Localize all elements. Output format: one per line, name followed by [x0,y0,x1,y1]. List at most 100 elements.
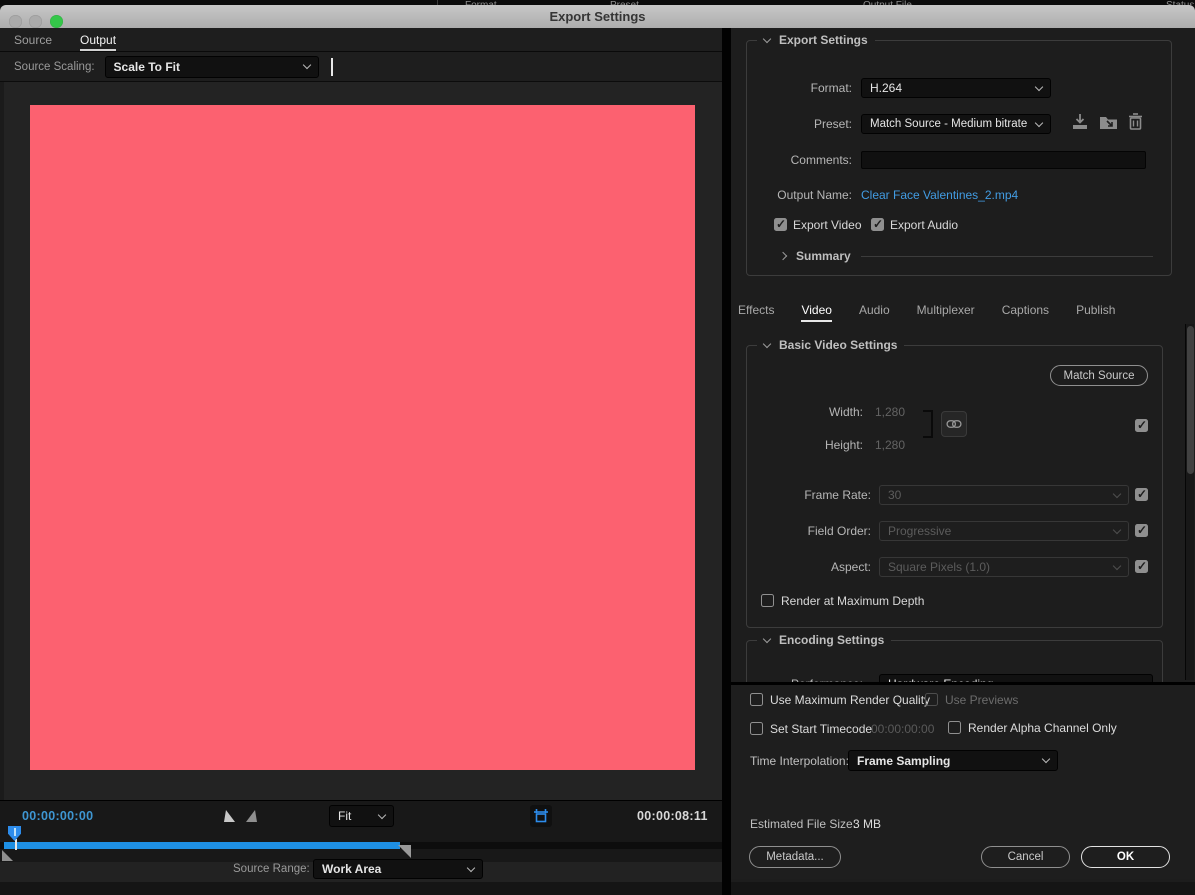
set-start-timecode-checkbox[interactable] [750,722,763,735]
summary-divider [860,255,1153,257]
work-area-start-handle[interactable] [2,850,13,861]
basic-video-settings-header[interactable]: Basic Video Settings [757,338,905,352]
export-settings-title: Export Settings [779,33,868,47]
playhead-stem [15,839,17,850]
preset-label: Preset: [813,117,852,131]
lock-aspect-button[interactable] [941,411,967,437]
tab-captions[interactable]: Captions [1002,298,1049,322]
encoding-settings-group: Encoding Settings Performance: Hardware … [746,633,1163,682]
export-settings-header[interactable]: Export Settings [757,33,875,47]
field-order-select: Progressive [879,521,1129,541]
delete-preset-icon[interactable] [1127,112,1144,131]
zoom-button[interactable] [50,15,63,28]
preset-select[interactable]: Match Source - Medium bitrate [861,114,1051,134]
work-area-bar[interactable] [4,842,400,849]
output-name-link[interactable]: Clear Face Valentines_2.mp4 [861,188,1018,202]
scrollbar-thumb[interactable] [1187,326,1194,474]
transport-bar: 00:00:00:00 Fit 00:00:08:11 [0,800,722,830]
encoding-settings-header[interactable]: Encoding Settings [757,633,892,647]
chevron-down-icon [1112,525,1122,534]
close-button[interactable] [9,15,22,28]
work-area-end-handle[interactable] [398,845,411,858]
window-titlebar: Export Settings [0,5,1195,28]
export-video-label: Export Video [793,218,862,232]
window-title: Export Settings [549,9,646,24]
export-settings-group: Export Settings Format: H.264 Preset: Ma… [746,33,1172,276]
video-frame [30,105,695,770]
set-out-point-icon[interactable] [246,810,257,822]
source-range-label: Source Range: [233,863,310,875]
tab-source[interactable]: Source [14,28,52,51]
size-auto-checkbox[interactable] [1135,418,1148,432]
set-start-timecode-label: Set Start Timecode [770,722,873,736]
set-in-point-icon[interactable] [224,810,235,822]
output-name-label: Output Name: [777,188,852,202]
playhead[interactable] [8,826,21,841]
use-max-render-quality-label: Use Maximum Render Quality [770,693,931,707]
cancel-button[interactable]: Cancel [981,846,1070,868]
chevron-down-icon [762,339,772,348]
tab-video[interactable]: Video [801,298,832,322]
summary-row[interactable]: Summary [778,249,1153,263]
source-range-select[interactable]: Work Area [313,859,483,879]
preview-tabs: Source Output [0,28,722,52]
frame-rate-checkbox[interactable] [1135,487,1148,501]
time-interpolation-select[interactable]: Frame Sampling [848,750,1058,771]
match-source-button[interactable]: Match Source [1050,365,1148,386]
comments-label: Comments: [790,153,852,167]
tab-audio[interactable]: Audio [859,298,890,322]
tab-effects[interactable]: Effects [738,298,774,322]
frame-rate-label: Frame Rate: [804,488,871,502]
save-preset-icon[interactable] [1071,113,1089,131]
export-settings-dialog: Format Preset Output File Status Export … [0,0,1195,895]
use-previews-checkbox [925,693,938,706]
chain-link-icon [946,420,962,428]
source-scaling-label: Source Scaling: [14,60,95,73]
timeline [0,826,722,862]
format-label: Format: [810,81,852,95]
tab-multiplexer[interactable]: Multiplexer [917,298,975,322]
source-scaling-select[interactable]: Scale To Fit [104,55,319,78]
height-label: Height: [824,438,863,452]
estimated-file-size-value: 3 MB [853,817,882,831]
field-order-checkbox[interactable] [1135,523,1148,537]
chevron-down-icon [1034,118,1044,127]
import-preset-icon[interactable] [1099,113,1118,131]
tab-output[interactable]: Output [80,28,117,51]
format-select[interactable]: H.264 [861,78,1051,98]
export-video-checkbox[interactable] [774,217,787,231]
comments-input[interactable] [861,151,1146,169]
video-settings-scrollarea: Basic Video Settings Match Source Width:… [731,322,1195,682]
toolbar-separator [330,57,333,76]
current-timecode[interactable]: 00:00:00:00 [22,809,93,823]
width-label: Width: [828,405,863,419]
ok-button[interactable]: OK [1081,846,1170,868]
panel-divider[interactable] [722,28,731,895]
render-max-depth-checkbox[interactable] [761,594,774,607]
metadata-button[interactable]: Metadata... [749,846,841,868]
use-previews-label: Use Previews [945,693,1019,707]
use-max-render-quality-checkbox[interactable] [750,693,763,706]
chevron-down-icon [1034,82,1044,91]
zoom-level-select[interactable]: Fit [329,805,394,827]
export-audio-label: Export Audio [890,218,959,232]
crop-output-button[interactable] [530,805,552,827]
aspect-checkbox[interactable] [1135,559,1148,573]
viewport-edge [0,82,4,800]
chevron-down-icon [1112,561,1122,570]
aspect-select: Square Pixels (1.0) [879,557,1129,577]
footer-options: Use Maximum Render Quality Use Previews … [731,682,1195,879]
settings-tabs: Effects Video Audio Multiplexer Captions… [731,298,1195,322]
size-link-bracket [923,410,933,438]
render-alpha-checkbox[interactable] [948,721,961,734]
basic-video-settings-group: Basic Video Settings Match Source Width:… [746,338,1163,628]
export-audio-checkbox[interactable] [871,217,884,231]
basic-video-settings-title: Basic Video Settings [779,338,898,352]
scrollbar[interactable] [1185,324,1194,680]
performance-select[interactable]: Hardware Encoding [879,674,1153,682]
summary-label: Summary [796,249,851,263]
source-scaling-toolbar: Source Scaling: Scale To Fit [0,52,722,82]
tab-publish[interactable]: Publish [1076,298,1115,322]
minimize-button[interactable] [29,15,42,28]
render-alpha-label: Render Alpha Channel Only [968,721,1117,735]
